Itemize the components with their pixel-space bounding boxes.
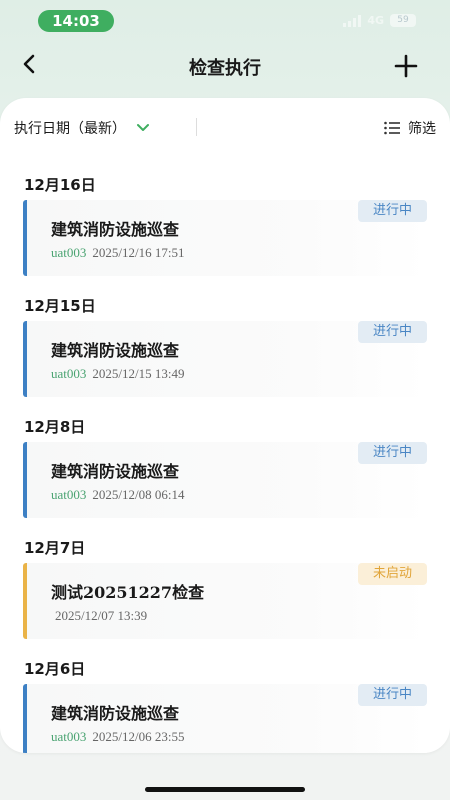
item-meta: uat003 2025/12/08 06:14 [51,487,184,503]
status-badge: 进行中 [358,321,427,343]
item-meta: uat003 2025/12/06 23:55 [51,729,184,745]
status-badge: 未启动 [358,563,427,585]
item-title: 建筑消防设施巡查 [51,220,180,239]
status-icons: 4G 59 [343,14,416,27]
group-date: 12月15日 [24,297,96,315]
group-date: 12月7日 [24,539,86,557]
divider [196,118,197,136]
signal-icon [343,14,362,27]
item-datetime: 2025/12/15 13:49 [92,366,185,381]
item-datetime: 2025/12/07 13:39 [55,608,148,623]
status-badge: 进行中 [358,200,427,222]
inspection-list-card: 执行日期（最新） 筛选 12月16日 建筑消防设施巡查 uat003 2025/1… [0,98,450,753]
group-date: 12月6日 [24,660,86,678]
group-date: 12月8日 [24,418,86,436]
item-user: uat003 [51,366,87,381]
sort-dropdown[interactable]: 执行日期（最新） [14,118,150,138]
item-meta: uat003 2025/12/15 13:49 [51,366,184,382]
item-datetime: 2025/12/08 06:14 [92,487,185,502]
item-title: 建筑消防设施巡查 [51,704,180,723]
item-datetime: 2025/12/06 23:55 [92,729,185,744]
nav-bar: 检查执行 [0,46,450,86]
inspection-item[interactable]: 建筑消防设施巡查 uat003 2025/12/16 17:51 进行中 [23,200,427,276]
group-date: 12月16日 [24,176,96,194]
page-title: 检查执行 [189,58,261,79]
list-filter-icon [384,121,400,135]
inspection-item[interactable]: 建筑消防设施巡查 uat003 2025/12/06 23:55 进行中 [23,684,427,753]
item-user: uat003 [51,487,87,502]
item-user: uat003 [51,729,87,744]
add-icon[interactable] [394,54,418,78]
item-title: 测试20251227检查 [51,583,205,602]
item-meta: 2025/12/07 13:39 [55,608,147,624]
item-datetime: 2025/12/16 17:51 [92,245,185,260]
item-meta: uat003 2025/12/16 17:51 [51,245,184,261]
chevron-down-icon [137,124,149,131]
inspection-item[interactable]: 建筑消防设施巡查 uat003 2025/12/08 06:14 进行中 [23,442,427,518]
inspection-item[interactable]: 建筑消防设施巡查 uat003 2025/12/15 13:49 进行中 [23,321,427,397]
status-badge: 进行中 [358,442,427,464]
home-indicator[interactable] [145,787,305,792]
item-title: 建筑消防设施巡查 [51,462,180,481]
item-user: uat003 [51,245,87,260]
filter-row: 执行日期（最新） 筛选 [0,98,450,160]
time-indicator: 14:03 [38,10,114,32]
network-label: 4G [367,14,384,27]
filter-label: 筛选 [408,121,436,137]
battery-icon: 59 [390,14,416,27]
item-title: 建筑消防设施巡查 [51,341,180,360]
status-badge: 进行中 [358,684,427,706]
status-bar: 14:03 4G 59 [0,0,450,42]
inspection-item[interactable]: 测试20251227检查 2025/12/07 13:39 未启动 [23,563,427,639]
filter-button[interactable]: 筛选 [384,118,436,138]
sort-label: 执行日期（最新） [14,121,126,137]
